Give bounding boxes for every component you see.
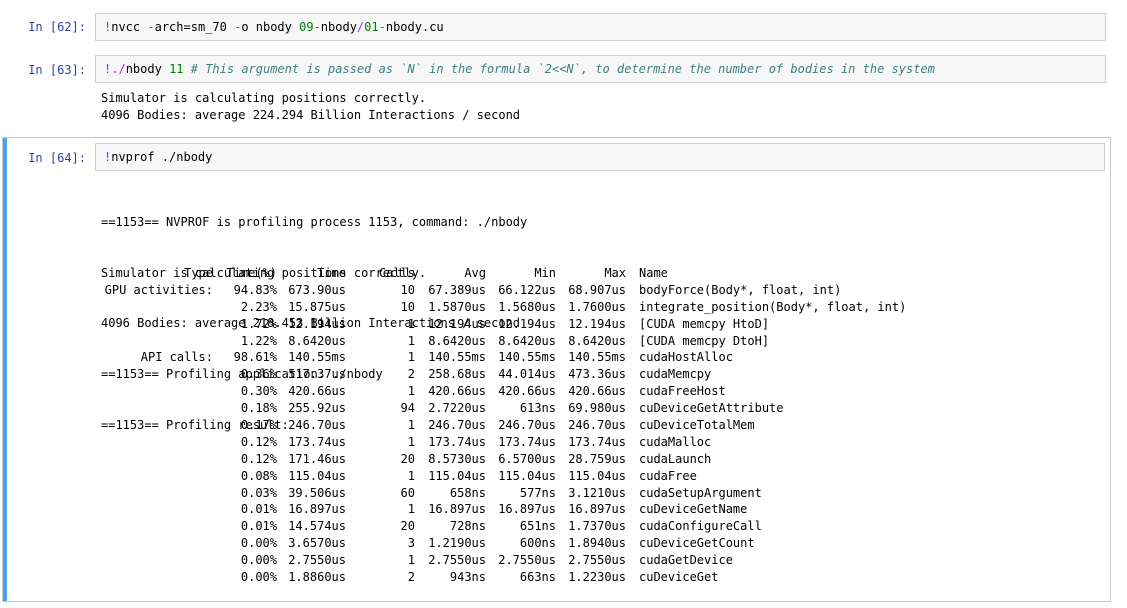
cell-max: 173.74us	[568, 434, 626, 449]
cell-max: 473.36us	[568, 367, 626, 382]
output-line: Simulator is calculating positions corre…	[101, 91, 427, 105]
cell-name: [CUDA memcpy HtoD]	[639, 316, 770, 331]
code-number: 01	[364, 20, 379, 34]
notebook-cell-62[interactable]: In [62]: !nvcc -arch=sm_70 -o nbody 09-n…	[0, 10, 1127, 44]
code-number: 11	[169, 62, 184, 76]
code-token: /	[118, 62, 126, 76]
cell-prompt: In [62]:	[28, 20, 86, 34]
code-token: nbody	[125, 62, 170, 76]
code-token: nvprof ./nbody	[111, 150, 213, 164]
cell-name: [CUDA memcpy DtoH]	[639, 333, 770, 348]
cell-max: 68.907us	[568, 282, 626, 297]
notebook-cell-64[interactable]: In [64]: !nvprof ./nbody ==1153== NVPROF…	[0, 137, 1127, 602]
cell-name: cuDeviceGetName	[639, 502, 748, 517]
code-token: -	[313, 20, 321, 34]
cell-name: cuDeviceGet	[639, 570, 719, 585]
code-input[interactable]: !nvcc -arch=sm_70 -o nbody 09-nbody/01-n…	[95, 13, 1106, 41]
code-token: nvcc	[111, 20, 148, 34]
cell-output: Simulator is calculating positions corre…	[101, 90, 520, 124]
output-line: 4096 Bodies: average 224.294 Billion Int…	[101, 107, 521, 122]
cell-max: Max	[604, 266, 626, 280]
cell-max: 115.04us	[568, 468, 626, 483]
cell-name: cudaGetDevice	[639, 553, 733, 568]
cell-max: 28.759us	[568, 451, 626, 466]
cell-max: 420.66us	[568, 384, 626, 399]
cell-name: cuDeviceGetCount	[639, 536, 755, 551]
cell-name: integrate_position(Body*, float, int)	[639, 299, 907, 314]
code-input[interactable]: !nvprof ./nbody	[95, 143, 1105, 171]
cell-max: 140.55ms	[568, 350, 626, 365]
cell-max: 3.1210us	[568, 485, 626, 500]
cell-prompt: In [63]:	[28, 63, 86, 77]
notebook-cell-63[interactable]: In [63]: !./nbody 11 # This argument is …	[0, 52, 1127, 130]
cell-name: cudaMemcpy	[639, 367, 712, 382]
cell-max: 69.980us	[568, 401, 626, 416]
cell-prompt: In [64]:	[28, 151, 86, 165]
cell-max: 246.70us	[568, 418, 626, 433]
cell-name: cudaFreeHost	[639, 384, 726, 399]
cell-max: 1.7370us	[568, 519, 626, 534]
code-token: nbody.cu	[385, 20, 444, 34]
code-token: arch=sm_70	[154, 20, 235, 34]
cell-name: cuDeviceTotalMem	[639, 418, 755, 433]
cell-max: 1.7600us	[568, 299, 626, 314]
cell-max: 2.7550us	[568, 553, 626, 568]
cell-max: 1.8940us	[568, 536, 626, 551]
cell-name: cuDeviceGetAttribute	[639, 401, 784, 416]
cell-name: cudaLaunch	[639, 451, 712, 466]
cell-name: cudaSetupArgument	[639, 485, 762, 500]
output-line: ==1153== NVPROF is profiling process 115…	[101, 214, 528, 229]
cell-max: 8.6420us	[568, 333, 626, 348]
cell-name: Name	[639, 266, 668, 280]
code-token: nbody	[320, 20, 357, 34]
code-number: 09	[299, 20, 314, 34]
code-token: -	[147, 20, 155, 34]
cell-max: 1.2230us	[568, 570, 626, 585]
code-token: o nbody	[241, 20, 300, 34]
code-comment: # This argument is passed as `N` in the …	[183, 62, 935, 76]
cell-name: cudaConfigureCall	[639, 519, 762, 534]
code-input[interactable]: !./nbody 11 # This argument is passed as…	[95, 55, 1106, 83]
code-token: -	[378, 20, 386, 34]
cell-max: 16.897us	[568, 502, 626, 517]
cell-max: 12.194us	[568, 316, 626, 331]
cell-name: bodyForce(Body*, float, int)	[639, 282, 842, 297]
cell-name: cudaHostAlloc	[639, 350, 733, 365]
cell-name: cudaFree	[639, 468, 697, 483]
cell-name: cudaMalloc	[639, 434, 712, 449]
